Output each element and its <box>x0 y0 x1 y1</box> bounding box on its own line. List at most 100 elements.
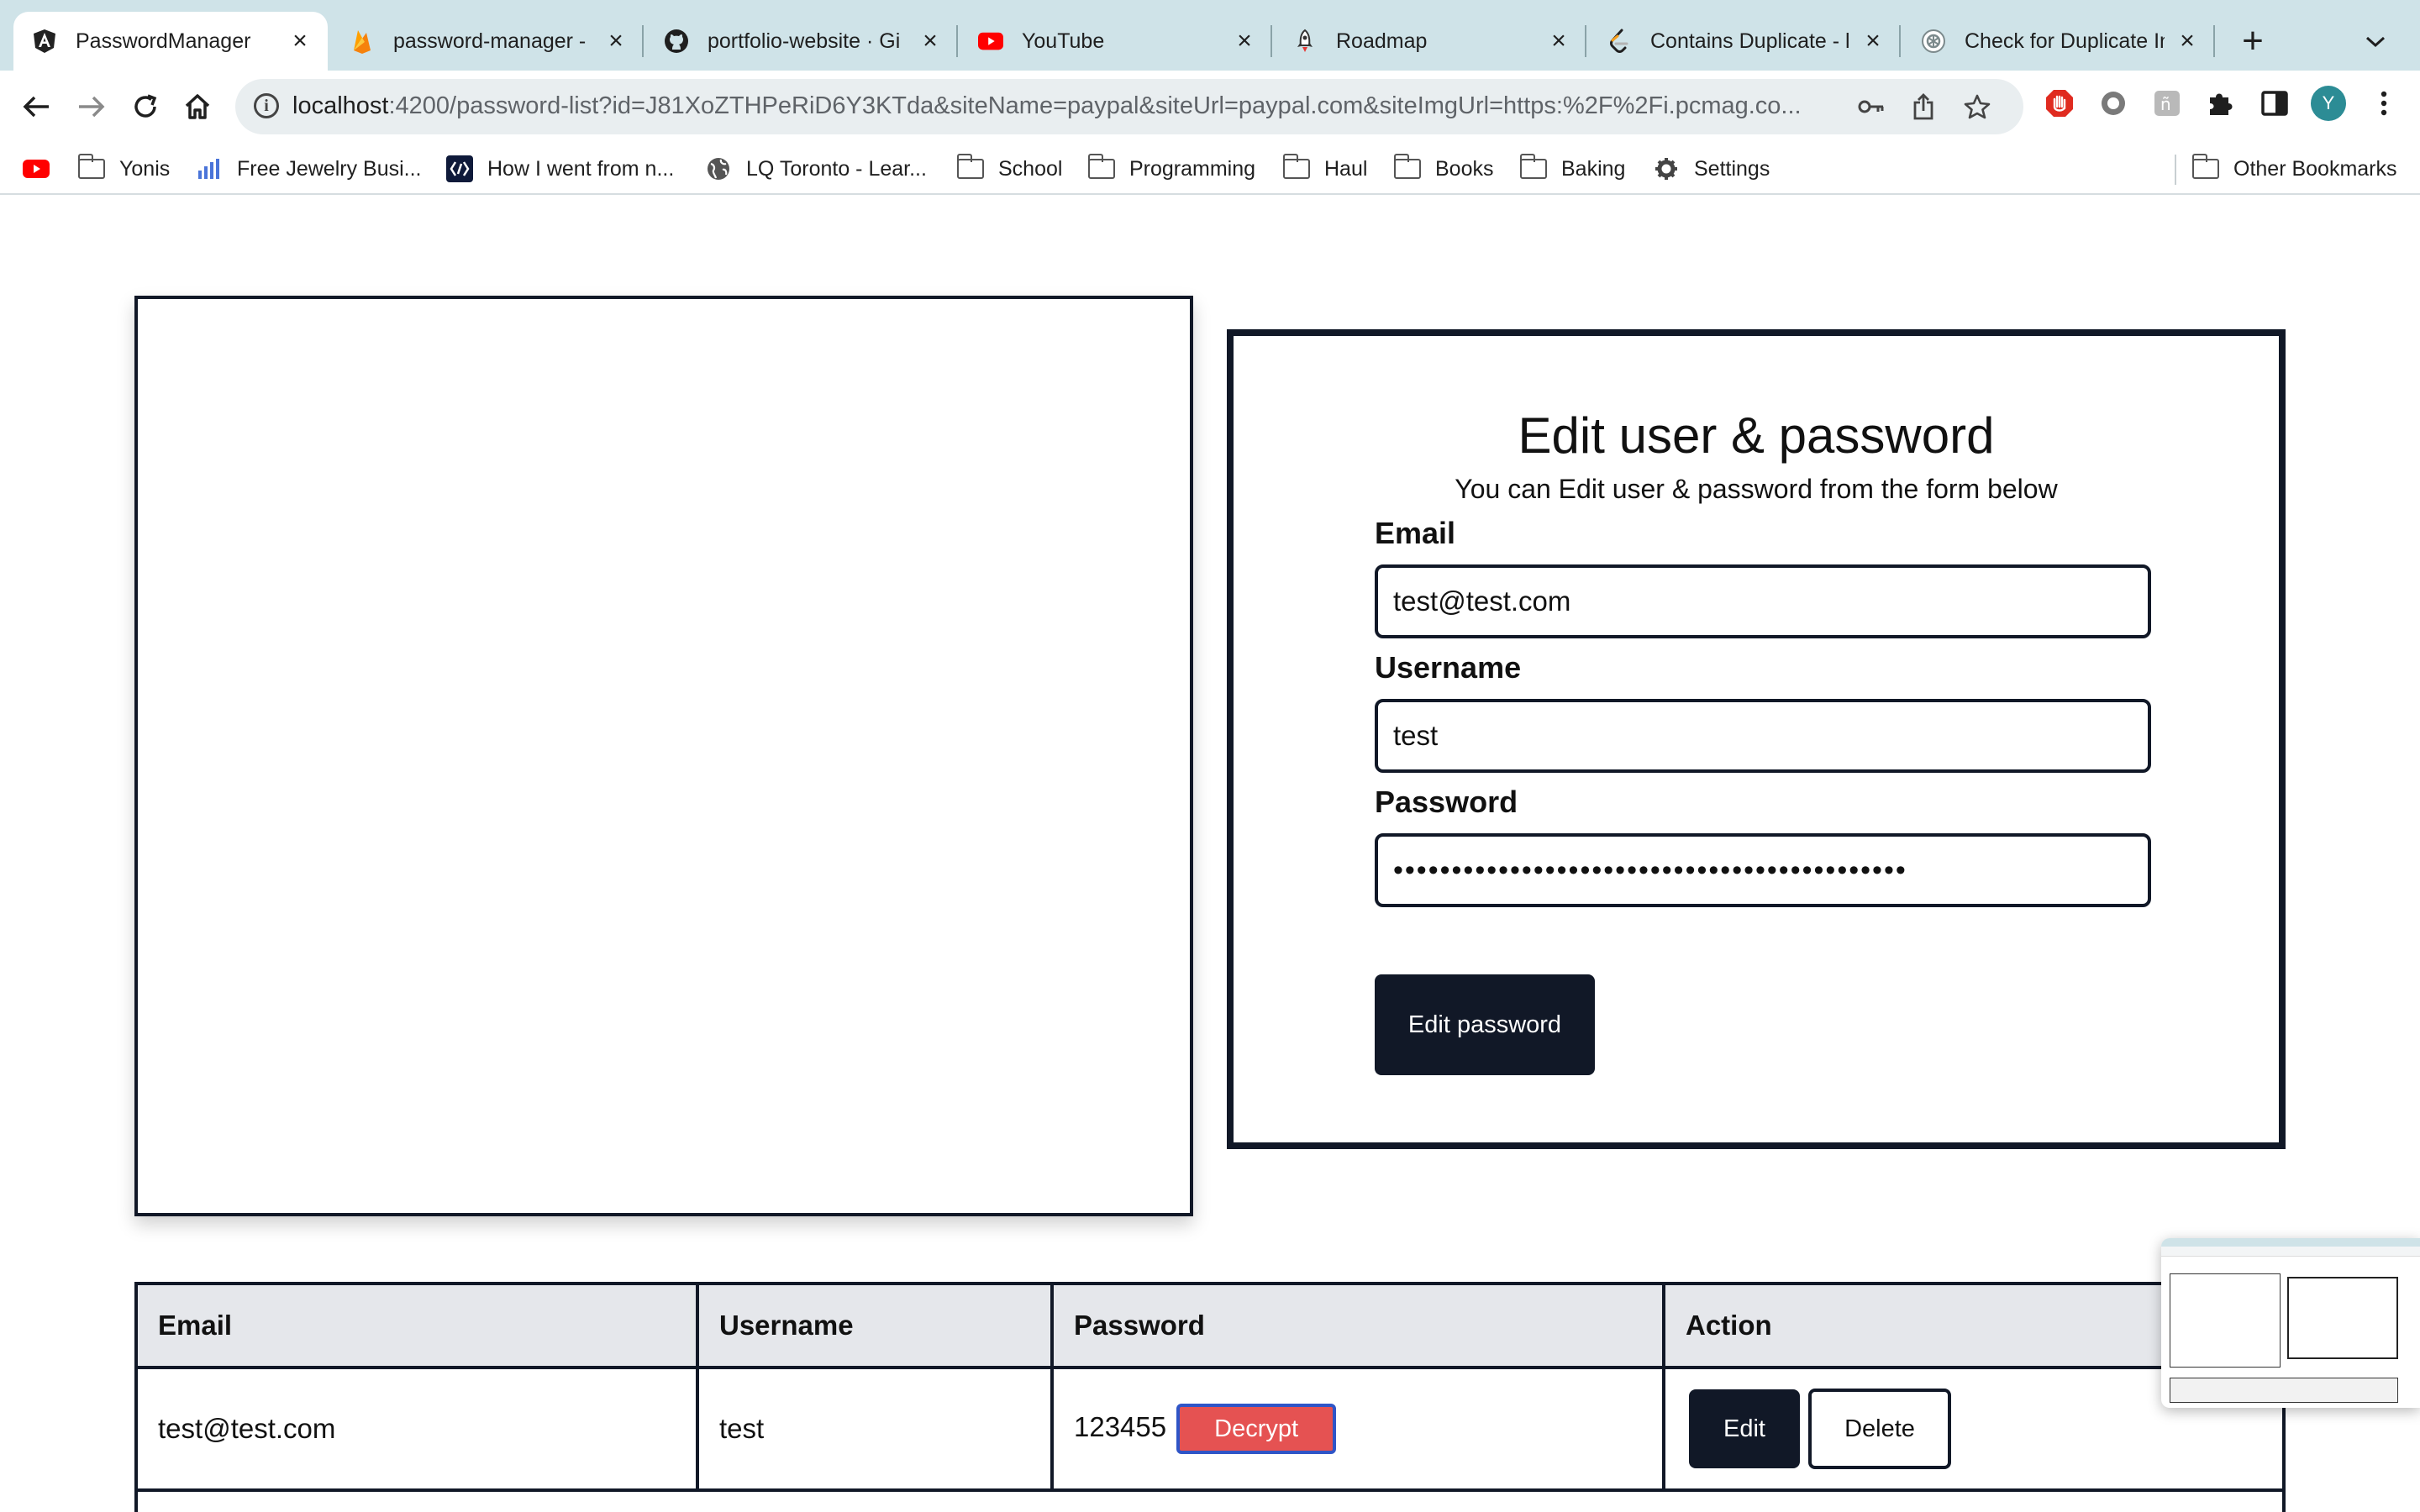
kebab-menu-icon[interactable] <box>2366 86 2402 121</box>
tab-title: PasswordManager <box>76 29 251 53</box>
gear-icon <box>1652 156 1681 181</box>
info-icon[interactable]: i <box>254 93 279 118</box>
star-icon[interactable] <box>1963 92 1991 121</box>
bookmark-programming[interactable]: Programming <box>1087 153 1255 185</box>
firebase-icon <box>350 29 375 54</box>
form-subtitle: You can Edit user & password from the fo… <box>1455 474 2058 504</box>
folder-icon <box>77 154 106 181</box>
chart-icon <box>195 156 224 181</box>
bookmark-books[interactable]: Books <box>1393 153 1493 185</box>
bookmark-school[interactable]: School <box>956 153 1062 185</box>
delete-button[interactable]: Delete <box>1808 1389 1951 1469</box>
folder-icon <box>1393 154 1422 181</box>
site-image-panel <box>134 296 1193 1216</box>
translate-extension-icon[interactable]: ñ <box>2149 86 2185 121</box>
angular-icon <box>32 29 57 54</box>
svg-text:ñ: ñ <box>2160 94 2171 114</box>
new-tab-button[interactable]: + <box>2232 20 2274 62</box>
url-text[interactable]: localhost:4200/password-list?id=J81XoZTH… <box>292 92 1830 120</box>
address-bar[interactable]: i localhost:4200/password-list?id=J81XoZ… <box>235 79 2023 134</box>
edit-button[interactable]: Edit <box>1689 1389 1800 1468</box>
tab-title: Roadmap <box>1336 29 1428 53</box>
close-icon[interactable]: × <box>603 27 629 55</box>
tab-chatgpt[interactable]: Check for Duplicate In × <box>1902 12 2215 71</box>
tab-leetcode[interactable]: Contains Duplicate - l × <box>1588 12 1901 71</box>
tab-bar: PasswordManager × password-manager - × p… <box>0 0 2420 71</box>
sidepanel-icon[interactable] <box>2257 86 2292 121</box>
bookmark-yonis[interactable]: Yonis <box>77 153 170 185</box>
key-icon[interactable] <box>1857 92 1886 121</box>
profile-avatar[interactable]: Y <box>2311 86 2346 121</box>
password-label: Password <box>1375 785 1518 819</box>
tab-title: portfolio-website · Gi <box>708 29 901 53</box>
reload-button[interactable] <box>126 87 165 126</box>
share-icon[interactable] <box>1909 92 1938 121</box>
tab-title: Contains Duplicate - l <box>1650 29 1850 53</box>
tab-title: Check for Duplicate In <box>1965 29 2165 53</box>
folder-icon <box>1087 154 1116 181</box>
leetcode-icon <box>1607 29 1632 54</box>
tab-firebase[interactable]: password-manager - × <box>331 12 644 71</box>
youtube-icon <box>22 156 50 181</box>
github-icon <box>664 29 689 54</box>
close-icon[interactable]: × <box>287 27 313 55</box>
bookmark-how-i-went[interactable]: How I went from n... <box>445 153 674 185</box>
password-field[interactable]: ••••••••••••••••••••••••••••••••••••••••… <box>1375 833 2151 907</box>
table-header-row: Email Username Password Action <box>138 1285 2282 1369</box>
forward-button[interactable] <box>72 87 111 126</box>
screenshot-thumbnail[interactable] <box>2161 1238 2420 1408</box>
username-field[interactable]: test <box>1375 699 2151 773</box>
tab-youtube[interactable]: YouTube × <box>960 12 1272 71</box>
password-table: Email Username Password Action test@test… <box>134 1282 2286 1512</box>
decrypt-button[interactable]: Decrypt <box>1176 1404 1337 1454</box>
bookmarks-divider <box>2175 155 2176 185</box>
bookmark-free-jewelry[interactable]: Free Jewelry Busi... <box>195 153 422 185</box>
edit-password-button[interactable]: Edit password <box>1375 974 1595 1075</box>
header-username: Username <box>699 1285 1054 1366</box>
cell-password: 123455 Decrypt <box>1054 1369 1665 1488</box>
edit-form-card: Edit user & password You can Edit user &… <box>1227 329 2286 1149</box>
home-button[interactable] <box>178 87 217 126</box>
cell-email: test@test.com <box>138 1369 699 1488</box>
close-icon[interactable]: × <box>918 27 943 55</box>
username-label: Username <box>1375 650 1522 685</box>
email-label: Email <box>1375 516 1456 550</box>
bookmark-settings[interactable]: Settings <box>1652 153 1770 185</box>
folder-icon <box>2191 154 2220 181</box>
bookmark-lq-toronto[interactable]: LQ Toronto - Lear... <box>704 153 927 185</box>
site-icon <box>445 155 474 182</box>
tab-title: password-manager - <box>393 29 587 53</box>
close-icon[interactable]: × <box>1546 27 1571 55</box>
header-password: Password <box>1054 1285 1665 1366</box>
email-field[interactable]: test@test.com <box>1375 564 2151 638</box>
bookmark-haul[interactable]: Haul <box>1282 153 1367 185</box>
bookmark-baking[interactable]: Baking <box>1519 153 1625 185</box>
puzzle-icon[interactable] <box>2203 86 2238 121</box>
header-email: Email <box>138 1285 699 1366</box>
tab-roadmap[interactable]: Roadmap × <box>1274 12 1586 71</box>
bookmark-youtube[interactable] <box>22 153 64 185</box>
folder-icon <box>1282 154 1311 181</box>
folder-icon <box>956 154 985 181</box>
tab-title: YouTube <box>1022 29 1105 53</box>
folder-icon <box>1519 154 1548 181</box>
tab-github[interactable]: portfolio-website · Gi × <box>645 12 958 71</box>
bookmark-other[interactable]: Other Bookmarks <box>2191 153 2397 185</box>
close-icon[interactable]: × <box>2175 27 2200 55</box>
table-row: test@test.com test 123455 Decrypt Edit D… <box>138 1369 2282 1492</box>
adblock-icon[interactable] <box>2042 86 2077 121</box>
chevron-down-icon[interactable] <box>2365 20 2386 62</box>
youtube-icon <box>978 29 1003 54</box>
openai-icon <box>1921 29 1946 54</box>
form-title: Edit user & password <box>1518 407 1995 464</box>
password-value: 123455 <box>1074 1411 1167 1442</box>
back-button[interactable] <box>17 87 55 126</box>
cell-username: test <box>699 1369 1054 1488</box>
tab-password-manager[interactable]: PasswordManager × <box>13 12 328 71</box>
rocket-icon <box>1292 29 1318 54</box>
circle-extension-icon[interactable] <box>2096 86 2131 121</box>
globe-icon <box>704 156 733 181</box>
bookmarks-bar: Yonis Free Jewelry Busi... How I went fr… <box>0 143 2420 195</box>
close-icon[interactable]: × <box>1860 27 1886 55</box>
close-icon[interactable]: × <box>1232 27 1257 55</box>
